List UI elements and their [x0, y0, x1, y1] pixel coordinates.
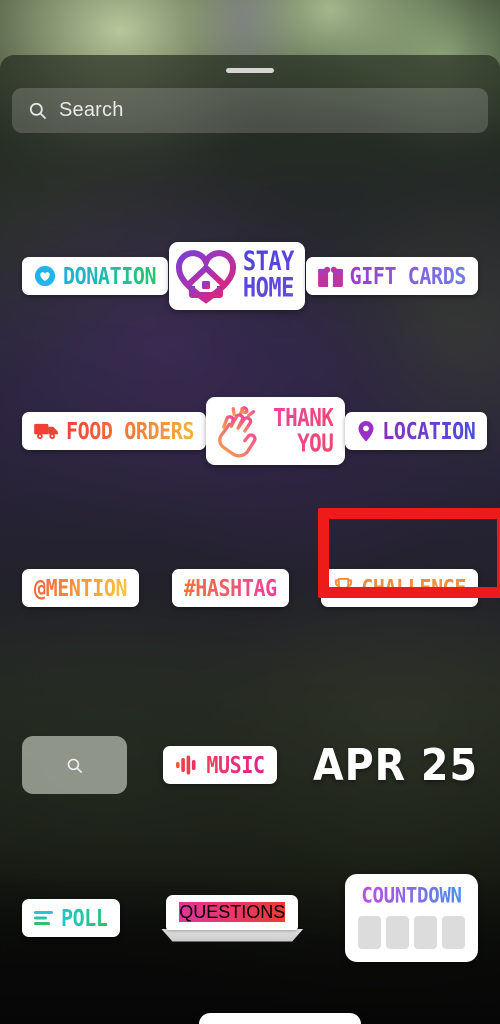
sticker-cell: LOCATION: [345, 412, 488, 450]
sticker-thank-you[interactable]: THANK YOU: [206, 397, 346, 465]
sticker-row-3: @MENTION #HASHTAG CHALLENGE: [0, 553, 500, 623]
map-pin-icon: [357, 420, 375, 443]
sticker-cell: GIFT CARDS: [305, 257, 478, 295]
heart-in-circle-icon: [34, 265, 56, 287]
sticker-tray: Search DONATION STAY HOME GIFT CARDS FOO…: [0, 55, 500, 1024]
sticker-label: MUSIC: [206, 751, 265, 779]
sticker-label: STAY HOME: [242, 247, 294, 304]
search-input[interactable]: Search: [12, 88, 488, 133]
sticker-row-4: MUSIC APR 25: [0, 725, 500, 805]
sticker-label: THANK YOU: [273, 403, 334, 458]
drag-handle[interactable]: [226, 68, 274, 73]
sticker-cell: APR 25: [313, 740, 478, 791]
sticker-row-6: 😍 QUIZ REGISTER: [0, 1013, 500, 1024]
sticker-cell: MUSIC: [163, 746, 277, 784]
sticker-mention[interactable]: @MENTION: [22, 569, 140, 607]
delivery-truck-icon: [34, 422, 59, 440]
sticker-label: @MENTION: [34, 574, 128, 602]
sticker-countdown[interactable]: COUNTDOWN: [345, 874, 478, 962]
search-icon: [28, 101, 47, 120]
sticker-cell: POLL: [22, 899, 120, 937]
sticker-cell: QUIZ: [198, 1013, 361, 1024]
sticker-label: LOCATION: [382, 417, 476, 445]
sticker-cell: FOOD ORDERS: [22, 412, 207, 450]
sticker-donation[interactable]: DONATION: [22, 257, 169, 295]
sticker-gift-cards[interactable]: GIFT CARDS: [305, 257, 478, 295]
search-icon: [66, 757, 83, 774]
sticker-cell: COUNTDOWN: [345, 874, 478, 962]
sticker-label: POLL: [61, 904, 108, 932]
sticker-cell: THANK YOU: [206, 397, 346, 465]
sticker-label: CHALLENGE: [361, 574, 466, 602]
countdown-digit-blocks: [358, 916, 465, 949]
questions-card: QUESTIONS: [166, 894, 299, 930]
countdown-block: [386, 916, 409, 949]
countdown-block: [442, 916, 465, 949]
poll-bars-icon: [34, 910, 54, 926]
questions-3d-base: [161, 928, 304, 942]
gift-box-icon: [317, 266, 343, 287]
sticker-row-5: POLL QUESTIONS COUNTDOWN: [0, 868, 500, 968]
countdown-block: [414, 916, 437, 949]
sticker-label: COUNTDOWN: [361, 883, 462, 909]
sticker-date[interactable]: APR 25: [313, 740, 478, 791]
sticker-food-orders[interactable]: FOOD ORDERS: [22, 412, 207, 450]
countdown-block: [358, 916, 381, 949]
sticker-label: DONATION: [63, 262, 157, 290]
sticker-questions[interactable]: QUESTIONS: [161, 894, 304, 942]
sticker-cell: CHALLENGE: [321, 569, 478, 607]
trophy-icon: [333, 577, 354, 599]
audio-bars-icon: [175, 755, 199, 775]
heart-house-icon: [175, 248, 236, 304]
sticker-cell: #HASHTAG: [171, 569, 289, 607]
sticker-hashtag[interactable]: #HASHTAG: [171, 569, 289, 607]
sticker-row-2: FOOD ORDERS THANK YOU LOCATION: [0, 396, 500, 466]
gif-search-placeholder[interactable]: [22, 736, 127, 794]
sticker-row-1: DONATION STAY HOME GIFT CARDS: [0, 241, 500, 311]
sticker-cell: @MENTION: [22, 569, 140, 607]
sticker-music[interactable]: MUSIC: [163, 746, 277, 784]
sticker-cell: QUESTIONS: [161, 894, 304, 942]
sticker-poll[interactable]: POLL: [22, 899, 120, 937]
sticker-label: GIFT CARDS: [349, 262, 467, 290]
sticker-label: QUESTIONS: [179, 901, 286, 922]
sticker-quiz[interactable]: QUIZ: [198, 1013, 361, 1024]
sticker-label: FOOD ORDERS: [66, 417, 195, 445]
sticker-label: #HASHTAG: [183, 574, 278, 602]
sticker-cell: DONATION: [22, 257, 169, 295]
sticker-location[interactable]: LOCATION: [345, 412, 488, 450]
sticker-stay-home[interactable]: STAY HOME: [168, 242, 305, 310]
clapping-hands-icon: [212, 403, 268, 459]
sticker-challenge[interactable]: CHALLENGE: [321, 569, 478, 607]
search-placeholder-text: Search: [59, 99, 124, 121]
sticker-cell: [22, 736, 127, 794]
sticker-cell: STAY HOME: [168, 242, 305, 310]
